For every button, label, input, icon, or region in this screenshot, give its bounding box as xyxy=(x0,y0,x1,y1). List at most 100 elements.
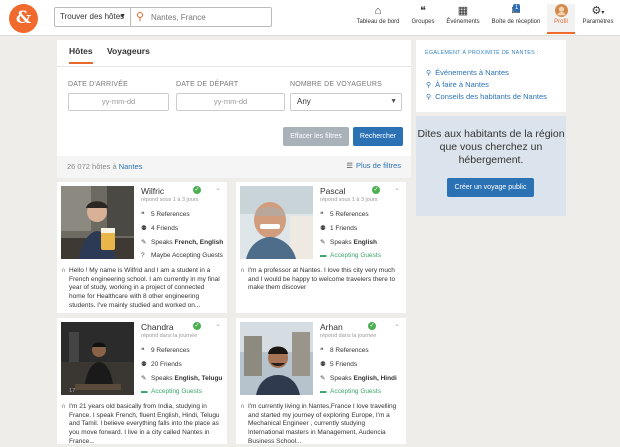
friends-count: ⚉ 4 Friends xyxy=(141,224,178,232)
chevron-down-icon[interactable]: ⌄ xyxy=(394,184,400,192)
friends-icon: ⚉ xyxy=(320,361,326,368)
host-about-text: I'm currently living in Nantes,France I … xyxy=(248,403,397,445)
quote-icon: ❝ xyxy=(320,347,324,354)
nearby-link-todo-label: À faire à Nantes xyxy=(435,80,489,89)
host-name[interactable]: Arhan xyxy=(320,322,343,332)
filter-panel: Hôtes Voyageurs DATE D'ARRIVÉE yy-mm-dd … xyxy=(57,40,411,156)
references-count: ❝ 9 References xyxy=(141,346,190,354)
svg-text:17: 17 xyxy=(69,388,75,394)
references-text: 9 References xyxy=(151,347,190,354)
languages-text: French, English xyxy=(174,239,224,246)
nearby-link-tips-label: Conseils des habitants de Nantes xyxy=(435,92,547,101)
host-name[interactable]: Pascal xyxy=(320,186,346,196)
host-about-text: I'm a professor at Nantes. I love this c… xyxy=(248,267,396,292)
tab-hosts[interactable]: Hôtes xyxy=(69,46,93,64)
nav-events[interactable]: ▦ Événements xyxy=(443,4,483,34)
nearby-heading: ÉGALEMENT À PROXIMITÉ DE NANTES : xyxy=(425,50,539,56)
search-button[interactable]: Rechercher xyxy=(353,127,403,146)
nav-groups[interactable]: ❝ Groupes xyxy=(407,4,439,34)
verified-icon: ✓ xyxy=(193,322,201,330)
sofa-icon: ▬ xyxy=(320,388,327,395)
host-card[interactable]: Pascal ✓ ⌄ répond sous 1 à 3 jours ❝ 5 Re… xyxy=(236,182,406,313)
sliders-icon: ☰ xyxy=(346,161,353,170)
nearby-link-events[interactable]: ⚲ Événements à Nantes xyxy=(426,68,509,77)
response-time: répond dans la journée xyxy=(141,333,198,339)
nearby-link-tips[interactable]: ⚲ Conseils des habitants de Nantes xyxy=(426,92,547,101)
speaks-prefix: Speaks xyxy=(330,375,354,382)
friends-count: ⚉ 20 Friends xyxy=(141,360,182,368)
quote-icon: ❝ xyxy=(320,211,324,218)
clear-filters-button[interactable]: Effacer les filtres xyxy=(283,127,349,146)
speaks-prefix: Speaks xyxy=(330,239,354,246)
chevron-down-icon[interactable]: ⌄ xyxy=(394,320,400,328)
top-bar: & Trouver des hôtes ▼ ⚲ ⌂ Tableau de bor… xyxy=(0,0,620,36)
verified-icon: ✓ xyxy=(193,186,201,194)
languages-text: English, Hindi xyxy=(353,375,397,382)
speech-icon: ✎ xyxy=(141,239,147,246)
nav-inbox-label: Boîte de réception xyxy=(491,19,541,25)
host-card[interactable]: 17 Chandra ✓ ⌄ répond dans la journée ❝ 9… xyxy=(57,318,227,445)
nav-inbox[interactable]: 1 ✉ Boîte de réception xyxy=(487,4,545,34)
departure-date-input[interactable]: yy-mm-dd xyxy=(176,93,285,111)
nearby-link-todo[interactable]: ⚲ À faire à Nantes xyxy=(426,80,489,89)
nav-settings-label: Paramètres xyxy=(582,19,614,25)
hosting-status-text: Maybe Accepting Guests xyxy=(151,252,223,259)
nav-profile[interactable]: Profil xyxy=(547,4,575,34)
avatar xyxy=(547,4,575,19)
host-photo[interactable]: 17 xyxy=(61,322,134,395)
nav-settings[interactable]: ⚙▾ Paramètres xyxy=(578,4,618,34)
hosting-status-text: Accepting Guests xyxy=(330,388,381,395)
headset-icon: ∩ xyxy=(61,403,66,410)
host-photo[interactable] xyxy=(240,322,313,395)
gear-icon: ⚙▾ xyxy=(591,5,605,17)
search-type-value: Trouver des hôtes xyxy=(60,12,125,21)
location-search-box[interactable]: ⚲ xyxy=(131,7,272,27)
couchsurfing-logo[interactable]: & xyxy=(9,4,38,33)
host-photo[interactable] xyxy=(240,186,313,259)
nav-dashboard[interactable]: ⌂ Tableau de bord xyxy=(353,4,403,34)
host-photo[interactable] xyxy=(61,186,134,259)
host-about: ∩ Hello ! My name is Wilfrid and I am a s… xyxy=(61,267,221,311)
arrival-label: DATE D'ARRIVÉE xyxy=(68,81,129,88)
friends-icon: ⚉ xyxy=(320,225,326,232)
promo-text: Dites aux habitants de la région que vou… xyxy=(417,128,565,166)
inbox-badge: 1 xyxy=(513,4,521,12)
references-count: ❝ 8 References xyxy=(320,346,369,354)
references-text: 5 References xyxy=(330,211,369,218)
chevron-down-icon: ▾ xyxy=(601,10,605,16)
location-search-input[interactable] xyxy=(151,10,267,24)
host-card[interactable]: Arhan ✓ ⌄ répond dans la journée ❝ 8 Refe… xyxy=(236,318,406,445)
friends-text: 4 Friends xyxy=(151,225,179,232)
create-public-trip-button[interactable]: Créer un voyage public xyxy=(447,178,534,197)
host-card[interactable]: Wilfric ✓ ⌄ répond sous 1 à 3 jours ❝ 5 R… xyxy=(57,182,227,313)
search-type-select[interactable]: Trouver des hôtes ▼ xyxy=(54,7,131,27)
friends-text: 20 Friends xyxy=(151,361,182,368)
chevron-down-icon: ▼ xyxy=(119,13,126,20)
sofa-icon: ▬ xyxy=(141,388,148,395)
arrival-date-input[interactable]: yy-mm-dd xyxy=(68,93,169,111)
host-name[interactable]: Wilfric xyxy=(141,186,164,196)
nearby-panel: ÉGALEMENT À PROXIMITÉ DE NANTES : ⚲ Événe… xyxy=(416,40,566,112)
chevron-down-icon[interactable]: ⌄ xyxy=(215,184,221,192)
nav-dashboard-label: Tableau de bord xyxy=(356,19,400,25)
tabs-divider xyxy=(57,66,411,67)
verified-icon: ✓ xyxy=(368,322,376,330)
friends-count: ⚉ 5 Friends xyxy=(320,360,357,368)
host-name[interactable]: Chandra xyxy=(141,322,174,332)
languages-text: English xyxy=(353,239,377,246)
chevron-down-icon[interactable]: ⌄ xyxy=(215,320,221,328)
hosting-status-text: Accepting Guests xyxy=(151,388,202,395)
tab-travelers[interactable]: Voyageurs xyxy=(107,46,150,56)
speech-icon: ✎ xyxy=(320,239,326,246)
results-location-link[interactable]: Nantes xyxy=(119,162,143,171)
friends-icon: ⚉ xyxy=(141,225,147,232)
hosting-status: ▬ Accepting Guests xyxy=(141,388,202,395)
hosting-status: ▬ Accepting Guests xyxy=(320,388,381,395)
travelers-select[interactable]: Any ▼ xyxy=(290,93,402,111)
headset-icon: ∩ xyxy=(240,403,245,410)
more-filters-label: Plus de filtres xyxy=(355,161,401,170)
languages: ✎ Speaks English, Telugu xyxy=(141,374,222,382)
more-filters-link[interactable]: ☰ Plus de filtres xyxy=(346,161,401,170)
friends-icon: ⚉ xyxy=(141,361,147,368)
speaks-prefix: Speaks xyxy=(151,239,175,246)
